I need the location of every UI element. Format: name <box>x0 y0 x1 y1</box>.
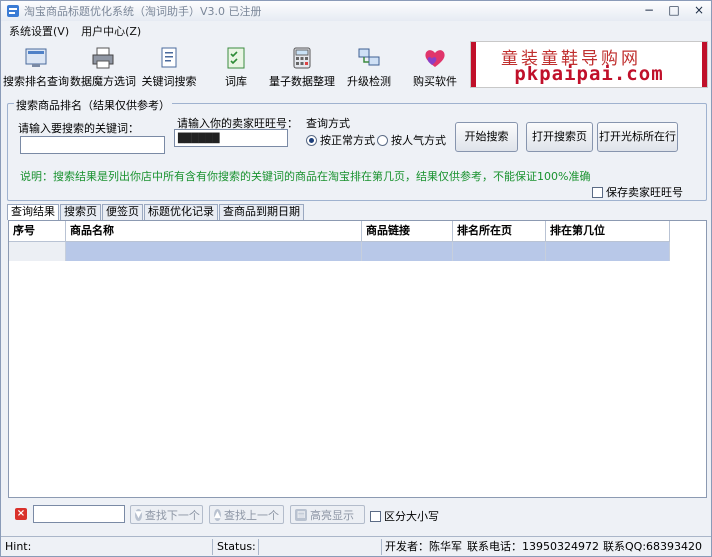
window-controls: − □ × <box>641 3 707 17</box>
tab-search-page[interactable]: 搜索页 <box>60 204 101 220</box>
status-separator <box>212 539 213 555</box>
toolbar-label: 升级检测 <box>347 75 391 88</box>
mode-popularity-label: 按人气方式 <box>391 134 446 147</box>
col-product-name[interactable]: 商品名称 <box>66 221 362 242</box>
radio-dot <box>306 134 317 146</box>
col-rank-position[interactable]: 排在第几位 <box>546 221 670 242</box>
checkbox-box <box>370 510 381 522</box>
toolbar-label: 词库 <box>225 75 247 88</box>
arrow-down-icon: ▼ <box>135 508 142 521</box>
toolbar-keyword-search[interactable]: 关键词搜索 <box>141 41 197 89</box>
status-phone: 联系电话：13950324972 <box>467 540 599 553</box>
window-title: 淘宝商品标题优化系统（淘词助手）V3.0 已注册 <box>24 5 262 18</box>
find-bar: × ▼ 查找下一个 ▲ 查找上一个 ▤ 高亮显示 区分大小写 <box>1 502 711 532</box>
toolbar-label: 数据魔方选词 <box>70 75 136 88</box>
menu-user-center[interactable]: 用户中心(Z) <box>81 23 141 39</box>
search-note: 说明：搜索结果是列出你店中所有含有你搜索的关键词的商品在淘宝排在第几页，结果仅供… <box>20 170 591 183</box>
menu-system-settings[interactable]: 系统设置(V) <box>9 23 69 39</box>
menu-bar: 系统设置(V) 用户中心(Z) <box>1 21 711 40</box>
tab-query-results[interactable]: 查询结果 <box>7 204 59 220</box>
row-cell <box>66 242 362 261</box>
col-product-link[interactable]: 商品链接 <box>362 221 453 242</box>
row-cell <box>546 242 670 261</box>
find-next-button[interactable]: ▼ 查找下一个 <box>130 505 203 524</box>
tab-notes[interactable]: 便签页 <box>102 204 143 220</box>
result-tabs: 查询结果 搜索页 便签页 标题优化记录 查商品到期日期 <box>7 204 305 220</box>
banner-url: pkpaipai.com <box>514 63 664 85</box>
keyword-input[interactable] <box>20 136 165 154</box>
toolbar-data-cube[interactable]: 数据魔方选词 <box>70 41 136 89</box>
col-index[interactable]: 序号 <box>9 221 66 242</box>
open-search-page-button[interactable]: 打开搜索页 <box>526 122 593 152</box>
case-sensitive-checkbox[interactable]: 区分大小写 <box>370 508 439 524</box>
results-table[interactable]: 序号 商品名称 商品链接 排名所在页 排在第几位 <box>8 220 707 498</box>
tab-title-optimization[interactable]: 标题优化记录 <box>144 204 218 220</box>
search-group: 搜索商品排名（结果仅供参考） 请输入要搜索的关键词： 请输入你的卖家旺旺号： █… <box>7 97 707 201</box>
toolbar-label: 量子数据整理 <box>269 75 335 88</box>
close-button[interactable]: × <box>691 3 707 17</box>
save-seller-checkbox[interactable]: 保存卖家旺旺号 <box>592 184 683 200</box>
highlight-icon: ▤ <box>295 508 307 521</box>
row-cell <box>453 242 546 261</box>
table-header: 序号 商品名称 商品链接 排名所在页 排在第几位 <box>9 221 670 242</box>
keyword-label: 请输入要搜索的关键词： <box>18 122 139 135</box>
checkbox-box <box>592 186 603 198</box>
network-icon <box>358 48 380 66</box>
minimize-button[interactable]: − <box>641 3 657 17</box>
toolbar-label: 购买软件 <box>413 75 457 88</box>
arrow-up-icon: ▲ <box>214 508 221 521</box>
status-qq: 联系QQ:68393420 <box>603 540 703 553</box>
col-rank-page[interactable]: 排名所在页 <box>453 221 546 242</box>
find-input[interactable] <box>33 505 125 523</box>
app-window: 淘宝商品标题优化系统（淘词助手）V3.0 已注册 − □ × 系统设置(V) 用… <box>0 0 712 557</box>
app-icon <box>7 5 19 17</box>
find-next-label: 查找下一个 <box>144 508 200 522</box>
maximize-button[interactable]: □ <box>666 3 682 17</box>
checklist-icon <box>227 47 245 69</box>
highlight-label: 高亮显示 <box>310 508 354 522</box>
save-seller-label: 保存卖家旺旺号 <box>606 186 683 199</box>
status-separator <box>258 539 259 555</box>
table-row[interactable] <box>9 242 670 261</box>
start-search-button[interactable]: 开始搜索 <box>455 122 518 152</box>
mode-popularity-radio[interactable]: 按人气方式 <box>377 132 446 148</box>
seller-value: ██████ <box>178 134 220 144</box>
toolbar-upgrade-check[interactable]: 升级检测 <box>344 41 394 89</box>
radio-dot <box>377 134 388 146</box>
seller-input[interactable]: ██████ <box>174 129 288 147</box>
tab-expiry-check[interactable]: 查商品到期日期 <box>219 204 304 220</box>
toolbar-buy-software[interactable]: 购买软件 <box>411 41 459 89</box>
mode-normal-label: 按正常方式 <box>320 134 375 147</box>
document-icon <box>161 47 177 68</box>
group-title: 搜索商品排名（结果仅供参考） <box>14 97 172 113</box>
calculator-icon <box>293 47 311 69</box>
status-hint: Hint: <box>5 540 32 553</box>
title-bar: 淘宝商品标题优化系统（淘词助手）V3.0 已注册 − □ × <box>1 1 711 21</box>
toolbar-label: 关键词搜索 <box>141 75 197 88</box>
toolbar-label: 搜索排名查询 <box>3 75 69 88</box>
status-bar: Hint: Status: 开发者：陈华军 联系电话：13950324972 联… <box>1 536 711 556</box>
status-separator <box>381 539 382 555</box>
toolbar-quantum-data[interactable]: 量子数据整理 <box>269 41 335 89</box>
mode-normal-radio[interactable]: 按正常方式 <box>306 132 375 148</box>
mode-label: 查询方式 <box>306 117 350 130</box>
toolbar-search-rank[interactable]: 搜索排名查询 <box>3 41 69 89</box>
printer-icon <box>92 47 114 69</box>
search-rank-icon <box>25 48 47 67</box>
open-cursor-row-button[interactable]: 打开光标所在行 <box>597 122 678 152</box>
find-prev-button[interactable]: ▲ 查找上一个 <box>209 505 284 524</box>
close-find-icon[interactable]: × <box>15 508 27 520</box>
status-developer: 开发者：陈华军 <box>385 540 462 553</box>
case-sensitive-label: 区分大小写 <box>384 510 439 523</box>
find-prev-label: 查找上一个 <box>224 508 279 522</box>
row-cell <box>362 242 453 261</box>
banner-ad[interactable]: 童装童鞋导购网 pkpaipai.com <box>470 41 708 88</box>
hearts-icon <box>425 50 445 67</box>
status-text: Status: <box>217 540 256 553</box>
row-index-cell <box>9 242 66 261</box>
toolbar-word-library[interactable]: 词库 <box>219 41 253 89</box>
highlight-button[interactable]: ▤ 高亮显示 <box>290 505 365 524</box>
